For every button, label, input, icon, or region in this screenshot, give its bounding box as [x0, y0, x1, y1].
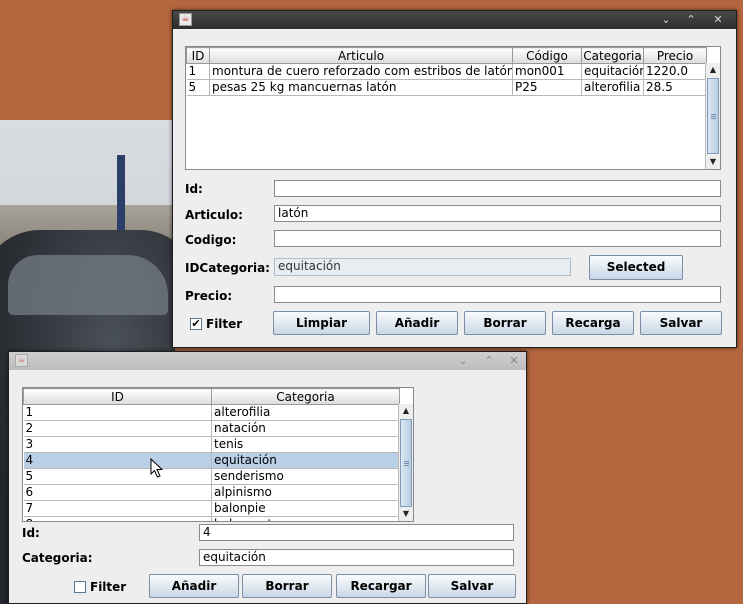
cell-categoria: tenis — [211, 436, 400, 453]
articles-table-scrollbar[interactable]: ▲ ▼ — [705, 63, 720, 169]
articles-table-container: ID Articulo Código Categoria Precio 1 mo… — [185, 46, 721, 170]
category-window-titlebar[interactable]: ☕ ⌄ ⌃ ✕ — [9, 352, 526, 370]
table-row[interactable]: 6 alpinismo — [23, 484, 400, 501]
salvar-button[interactable]: Salvar — [640, 311, 722, 335]
limpiar-button[interactable]: Limpiar — [273, 311, 370, 335]
articulo-field[interactable]: latón — [274, 205, 721, 222]
scroll-down-icon[interactable]: ▼ — [399, 507, 413, 521]
table-row[interactable]: 7 balonpie — [23, 500, 400, 517]
categories-table-scrollbar[interactable]: ▲ ▼ — [398, 404, 413, 521]
scroll-down-icon[interactable]: ▼ — [706, 155, 720, 169]
cell-categoria: natación — [211, 420, 400, 437]
cell-id: 5 — [186, 79, 210, 96]
categories-table: ID Categoria 1 alterofilia 2 natación 3 ten… — [23, 388, 400, 521]
codigo-field[interactable] — [274, 230, 721, 247]
cell-codigo: P25 — [512, 79, 582, 96]
category-window: ☕ ⌄ ⌃ ✕ ID Categoria 1 alterofilia 2 natac… — [8, 351, 527, 604]
articles-table: ID Articulo Código Categoria Precio 1 mo… — [186, 47, 707, 96]
category-borrar-button[interactable]: Borrar — [242, 574, 332, 598]
cell-id: 1 — [23, 404, 212, 421]
cell-categoria: equitación — [211, 452, 400, 469]
column-header-categoria[interactable]: Categoria — [211, 388, 400, 405]
cell-id: 2 — [23, 420, 212, 437]
cell-id: 7 — [23, 500, 212, 517]
category-recargar-button[interactable]: Recargar — [336, 574, 426, 598]
cell-id: 6 — [23, 484, 212, 501]
idcategoria-field: equitación — [274, 258, 571, 276]
cell-categoria: alterofilia — [581, 79, 644, 96]
categoria-field[interactable]: equitación — [199, 549, 514, 566]
minimize-icon[interactable]: ⌄ — [658, 12, 674, 28]
scroll-up-icon[interactable]: ▲ — [399, 404, 413, 418]
category-id-field[interactable]: 4 — [199, 524, 514, 541]
cell-categoria: equitación — [581, 63, 644, 80]
idcategoria-label: IDCategoria: — [185, 261, 270, 275]
categories-table-container: ID Categoria 1 alterofilia 2 natación 3 ten… — [22, 387, 414, 522]
filter-label: Filter — [206, 317, 243, 331]
cell-id: 5 — [23, 468, 212, 485]
column-header-codigo[interactable]: Código — [512, 47, 582, 64]
column-header-id[interactable]: ID — [23, 388, 212, 405]
cell-id: 3 — [23, 436, 212, 453]
java-icon: ☕ — [179, 13, 192, 26]
precio-label: Precio: — [185, 289, 233, 303]
filter-checkbox[interactable]: ✔ — [190, 318, 202, 330]
cell-id: 1 — [186, 63, 210, 80]
category-filter-label: Filter — [90, 580, 127, 594]
cell-precio: 1220.0 — [643, 63, 707, 80]
table-row[interactable]: 5 pesas 25 kg mancuernas latón P25 alter… — [186, 79, 707, 96]
minimize-icon[interactable]: ⌄ — [455, 353, 471, 369]
cell-id: 8 — [23, 516, 212, 521]
table-row[interactable]: 2 natación — [23, 420, 400, 437]
mouse-cursor-icon — [150, 458, 164, 478]
borrar-button[interactable]: Borrar — [464, 311, 546, 335]
cell-categoria: senderismo — [211, 468, 400, 485]
cell-id: 4 — [23, 452, 212, 469]
column-header-articulo[interactable]: Articulo — [209, 47, 513, 64]
categories-table-header: ID Categoria — [23, 388, 400, 405]
maximize-icon[interactable]: ⌃ — [683, 12, 699, 28]
table-row[interactable]: 1 alterofilia — [23, 404, 400, 421]
cell-categoria: alpinismo — [211, 484, 400, 501]
java-icon: ☕ — [15, 354, 28, 367]
column-header-categoria[interactable]: Categoria — [581, 47, 644, 64]
main-window-titlebar[interactable]: ☕ ⌄ ⌃ ✕ — [173, 11, 736, 29]
scroll-thumb[interactable] — [707, 78, 719, 154]
cell-articulo: montura de cuero reforzado com estribos … — [209, 63, 513, 80]
cell-categoria: baloncesto — [211, 516, 400, 521]
articles-table-header: ID Articulo Código Categoria Precio — [186, 47, 707, 64]
cell-codigo: mon001 — [512, 63, 582, 80]
cell-categoria: alterofilia — [211, 404, 400, 421]
table-row[interactable]: 5 senderismo — [23, 468, 400, 485]
recarga-button[interactable]: Recarga — [552, 311, 634, 335]
main-window: ☕ ⌄ ⌃ ✕ ID Articulo Código Categoria Pre… — [172, 10, 737, 348]
articulo-label: Articulo: — [185, 208, 243, 222]
precio-field[interactable] — [274, 286, 721, 303]
id-field[interactable] — [274, 180, 721, 197]
table-row-selected[interactable]: 4 equitación — [23, 452, 400, 469]
scroll-thumb[interactable] — [400, 419, 412, 507]
category-anadir-button[interactable]: Añadir — [149, 574, 239, 598]
cell-articulo: pesas 25 kg mancuernas latón — [209, 79, 513, 96]
column-header-precio[interactable]: Precio — [643, 47, 707, 64]
category-filter-checkbox[interactable] — [74, 581, 86, 593]
scroll-up-icon[interactable]: ▲ — [706, 63, 720, 77]
selected-button[interactable]: Selected — [589, 255, 683, 280]
id-label: Id: — [185, 182, 203, 196]
photo-car-window — [8, 255, 168, 315]
category-id-label: Id: — [22, 526, 40, 540]
codigo-label: Codigo: — [185, 233, 237, 247]
cell-precio: 28.5 — [643, 79, 707, 96]
anadir-button[interactable]: Añadir — [376, 311, 458, 335]
table-row[interactable]: 3 tenis — [23, 436, 400, 453]
cell-categoria: balonpie — [211, 500, 400, 517]
maximize-icon[interactable]: ⌃ — [481, 353, 497, 369]
table-row[interactable]: 8baloncesto — [23, 516, 400, 521]
close-icon[interactable]: ✕ — [710, 12, 726, 28]
categoria-label: Categoria: — [22, 551, 93, 565]
table-row[interactable]: 1 montura de cuero reforzado com estribo… — [186, 63, 707, 80]
category-salvar-button[interactable]: Salvar — [428, 574, 516, 598]
close-icon[interactable]: ✕ — [506, 353, 522, 369]
column-header-id[interactable]: ID — [186, 47, 210, 64]
